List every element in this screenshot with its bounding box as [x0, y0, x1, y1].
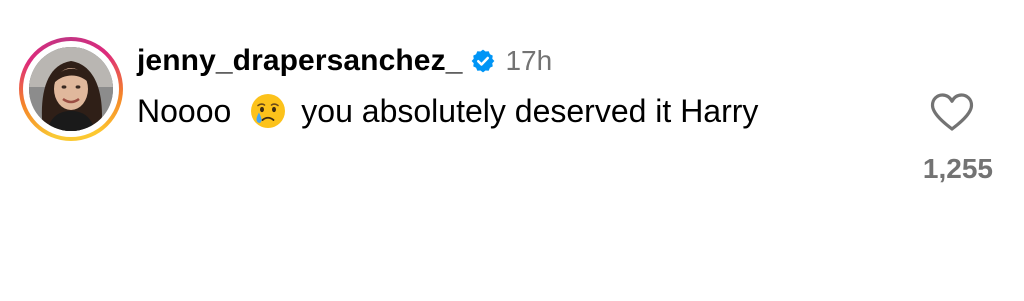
avatar-ring-gap — [23, 41, 119, 137]
avatar-story-ring[interactable] — [19, 37, 123, 141]
comment-text: Noooo you absolutely deserved it Harry — [137, 89, 758, 133]
avatar-photo-image — [29, 47, 113, 131]
like-count[interactable]: 1,255 — [923, 153, 993, 185]
crying-face-emoji-icon — [249, 92, 287, 130]
like-button[interactable] — [929, 92, 975, 132]
comment-text-part-1: Noooo — [137, 92, 232, 129]
comment-timestamp[interactable]: 17h — [505, 45, 552, 77]
comment-text-part-2: you absolutely deserved it Harry — [301, 92, 759, 129]
avatar[interactable] — [29, 47, 113, 131]
heart-outline-icon — [930, 93, 974, 131]
username-link[interactable]: jenny_drapersanchez_ — [137, 44, 462, 78]
comment-header: jenny_drapersanchez_ 17h — [137, 42, 552, 80]
verified-badge-icon — [470, 48, 496, 74]
